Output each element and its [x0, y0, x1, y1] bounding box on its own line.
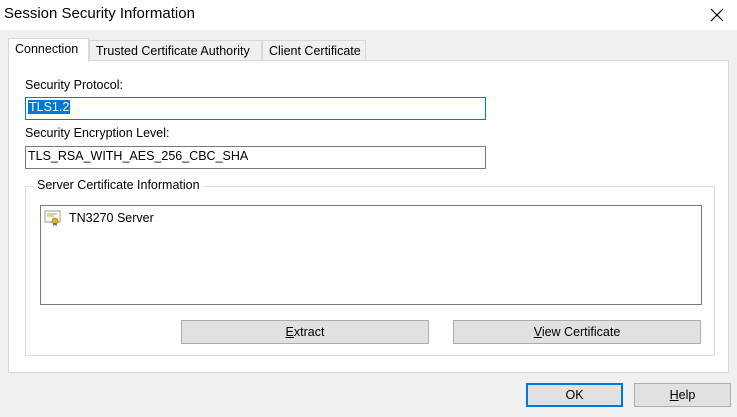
certificate-icon — [44, 210, 61, 226]
close-button[interactable] — [697, 0, 737, 30]
tab-label: Client Certificate — [269, 44, 361, 58]
server-certificate-group-title: Server Certificate Information — [34, 178, 203, 192]
tab-label: Connection — [15, 42, 79, 56]
ok-button[interactable]: OK — [526, 383, 623, 407]
security-protocol-label: Security Protocol: — [25, 78, 123, 92]
list-item[interactable]: TN3270 Server — [44, 209, 154, 227]
view-certificate-label: iew Certificate — [541, 325, 621, 339]
certificate-list[interactable]: TN3270 Server — [40, 205, 702, 305]
server-certificate-groupbox: Server Certificate Information TN3270 Se… — [25, 178, 715, 356]
view-certificate-button[interactable]: View Certificate — [453, 320, 701, 344]
encryption-level-value: TLS_RSA_WITH_AES_256_CBC_SHA — [28, 149, 249, 163]
tab-connection[interactable]: Connection — [8, 38, 89, 62]
help-label: elp — [678, 388, 696, 402]
help-button[interactable]: Help — [634, 383, 731, 407]
ok-label: OK — [565, 388, 584, 402]
extract-mnemonic: E — [285, 325, 294, 339]
tab-trusted-certificate-authority[interactable]: Trusted Certificate Authority — [89, 40, 262, 61]
tab-label: Trusted Certificate Authority — [96, 44, 250, 58]
extract-button[interactable]: Extract — [181, 320, 429, 344]
help-mnemonic: H — [669, 388, 679, 402]
certificate-name: TN3270 Server — [69, 211, 154, 225]
tab-client-certificate[interactable]: Client Certificate — [262, 40, 366, 61]
encryption-level-field[interactable]: TLS_RSA_WITH_AES_256_CBC_SHA — [25, 146, 486, 169]
title-bar: Session Security Information — [0, 0, 737, 30]
close-icon — [710, 8, 724, 22]
connection-panel: Security Protocol: TLS1.2 Security Encry… — [8, 60, 729, 373]
view-certificate-mnemonic: V — [533, 325, 542, 339]
encryption-level-label: Security Encryption Level: — [25, 126, 170, 140]
extract-label: xtract — [293, 325, 325, 339]
security-protocol-value: TLS1.2 — [28, 100, 71, 114]
window-title: Session Security Information — [4, 5, 195, 22]
security-protocol-field[interactable]: TLS1.2 — [25, 97, 486, 120]
